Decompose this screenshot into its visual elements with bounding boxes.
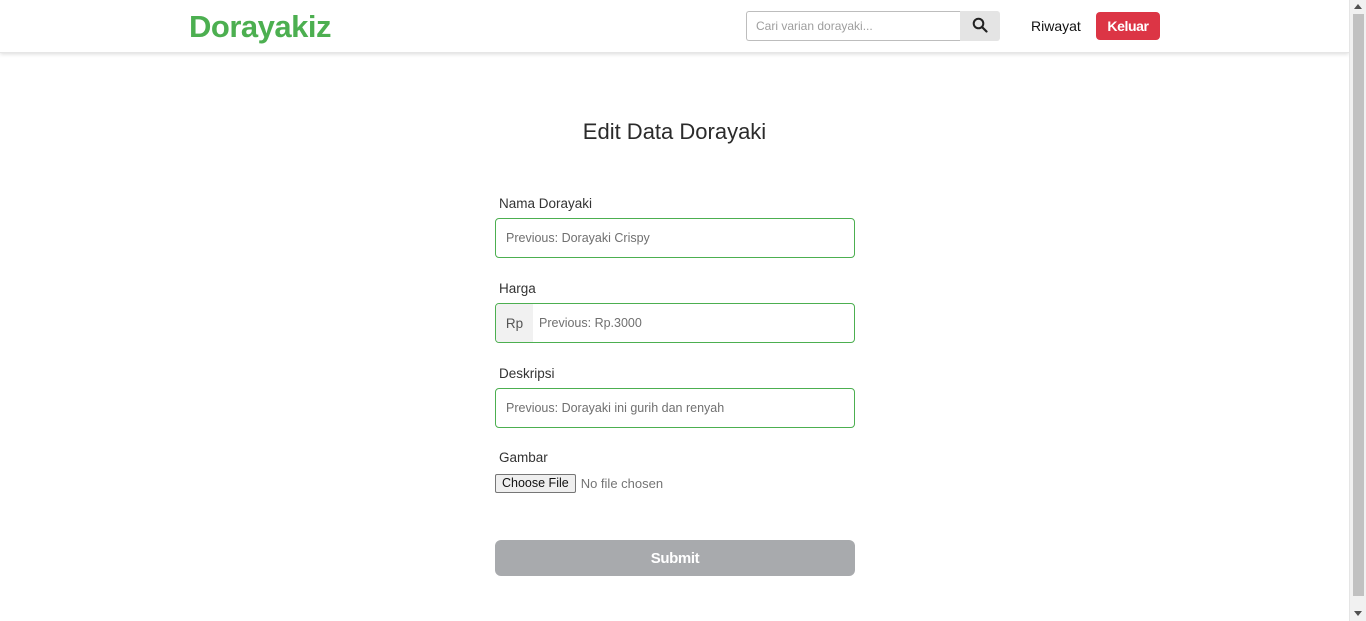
navbar: Dorayakiz Riwayat Keluar: [0, 0, 1349, 53]
description-field: [495, 388, 855, 428]
submit-button[interactable]: Submit: [495, 540, 855, 576]
search-icon: [972, 17, 988, 36]
search-button[interactable]: [960, 11, 1000, 41]
page-scrollbar[interactable]: [1349, 0, 1366, 621]
price-label: Harga: [499, 281, 536, 296]
name-field: [495, 218, 855, 258]
history-link[interactable]: Riwayat: [1031, 18, 1081, 35]
page-title: Edit Data Dorayaki: [582, 119, 767, 144]
scroll-up-arrow-icon[interactable]: [1354, 4, 1362, 9]
description-input[interactable]: [496, 389, 854, 427]
currency-prefix: Rp: [496, 304, 533, 342]
search-input[interactable]: [746, 11, 960, 41]
choose-file-button[interactable]: Choose File: [495, 473, 576, 493]
image-file-picker: Choose File No file chosen: [495, 473, 663, 493]
price-field: Rp: [495, 303, 855, 343]
name-label: Nama Dorayaki: [499, 196, 593, 211]
price-input[interactable]: [533, 304, 854, 342]
image-label: Gambar: [499, 450, 548, 465]
file-status: No file chosen: [580, 475, 664, 491]
scroll-down-arrow-icon[interactable]: [1354, 611, 1362, 616]
name-input[interactable]: [496, 219, 854, 257]
search-bar: [746, 11, 1000, 41]
description-label: Deskripsi: [499, 366, 555, 381]
brand-logo[interactable]: Dorayakiz: [189, 9, 331, 45]
logout-button[interactable]: Keluar: [1096, 12, 1160, 40]
scroll-thumb[interactable]: [1353, 14, 1364, 596]
